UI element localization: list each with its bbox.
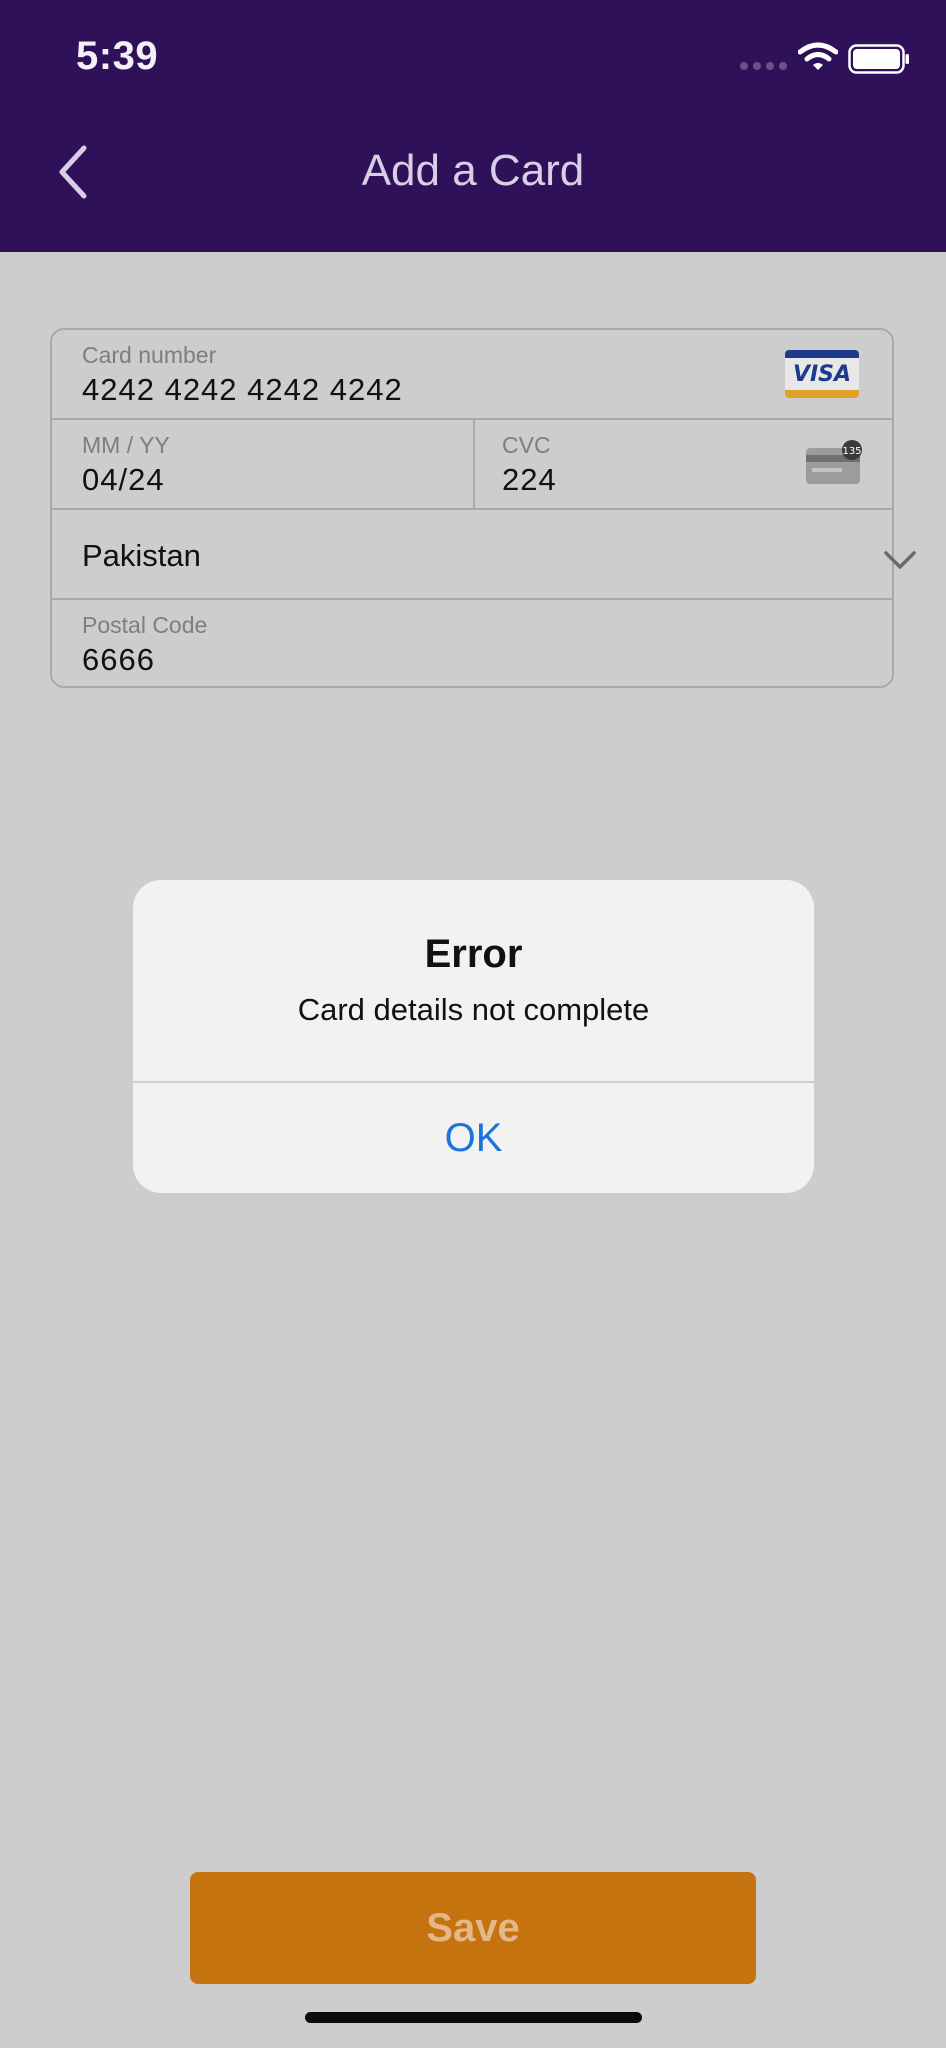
postal-code-value[interactable]: 6666 xyxy=(82,642,155,678)
page-title: Add a Card xyxy=(361,146,585,195)
save-button[interactable]: Save xyxy=(190,1872,756,1984)
card-number-field[interactable]: Card number 4242 4242 4242 4242 VISA xyxy=(52,330,892,420)
error-alert: Error Card details not complete OK xyxy=(133,880,814,1193)
postal-code-field[interactable]: Postal Code 6666 xyxy=(52,600,892,688)
wifi-icon xyxy=(798,42,838,70)
alert-title: Error xyxy=(424,932,523,976)
expiry-cvc-row: MM / YY 04/24 CVC 224 135 xyxy=(52,420,892,510)
signal-dots-icon xyxy=(740,62,787,70)
postal-code-label: Postal Code xyxy=(82,612,208,638)
cvc-value[interactable]: 224 xyxy=(502,462,557,498)
card-form: Card number 4242 4242 4242 4242 VISA MM … xyxy=(50,328,916,688)
cvc-card-icon: 135 xyxy=(806,440,862,484)
status-time: 5:39 xyxy=(76,34,159,78)
expiry-field[interactable]: MM / YY 04/24 xyxy=(52,420,473,508)
country-select[interactable]: Pakistan xyxy=(52,510,916,600)
alert-message: Card details not complete xyxy=(297,992,650,1027)
home-indicator xyxy=(305,2012,642,2023)
visa-icon: VISA xyxy=(785,350,859,398)
card-number-label: Card number xyxy=(82,342,217,368)
expiry-value[interactable]: 04/24 xyxy=(82,462,165,498)
expiry-label: MM / YY xyxy=(82,432,170,458)
alert-ok-button[interactable]: OK xyxy=(133,1083,814,1193)
battery-icon xyxy=(848,44,909,74)
visa-brand-text: VISA xyxy=(792,362,852,387)
card-number-value[interactable]: 4242 4242 4242 4242 xyxy=(82,372,403,408)
cvc-label: CVC xyxy=(502,432,551,458)
country-value[interactable]: Pakistan xyxy=(82,538,201,574)
cvc-badge-text: 135 xyxy=(842,446,861,457)
app-header: 5:39 Add a Card xyxy=(0,0,946,252)
chevron-down-icon[interactable] xyxy=(884,550,916,570)
